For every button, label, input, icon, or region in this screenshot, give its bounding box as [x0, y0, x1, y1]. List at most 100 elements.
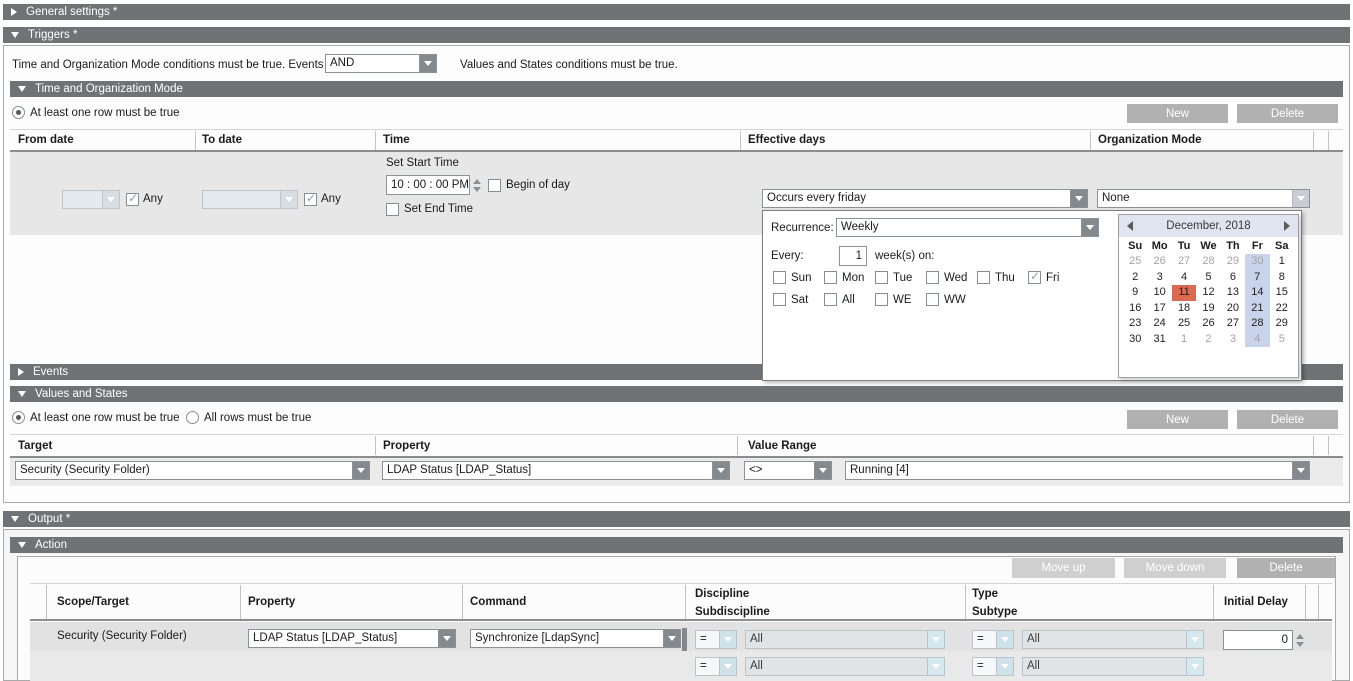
action-header[interactable]: Action: [10, 537, 1343, 553]
chevron-down-icon[interactable]: [1292, 462, 1309, 479]
chevron-down-icon[interactable]: [719, 658, 736, 675]
every-field[interactable]: 1: [839, 246, 867, 266]
chevron-down-icon[interactable]: [280, 191, 297, 208]
operator-dropdown[interactable]: <>: [744, 461, 832, 480]
calendar-day[interactable]: 13: [1221, 285, 1245, 301]
calendar-day[interactable]: 2: [1196, 332, 1220, 348]
calendar-day[interactable]: 29: [1221, 254, 1245, 270]
calendar-day[interactable]: 21: [1245, 301, 1269, 317]
type-dropdown[interactable]: All: [1022, 630, 1204, 649]
delete-button[interactable]: Delete: [1237, 558, 1335, 578]
next-month-icon[interactable]: [1284, 221, 1290, 231]
subtype-dropdown[interactable]: All: [1022, 657, 1204, 676]
time-org-header[interactable]: Time and Organization Mode: [10, 81, 1343, 97]
checkbox-icon[interactable]: [926, 271, 939, 284]
calendar-day[interactable]: 15: [1270, 285, 1294, 301]
subdiscipline-operator-dropdown[interactable]: =: [695, 657, 737, 676]
type-operator-dropdown[interactable]: =: [972, 630, 1014, 649]
day-checkbox-all[interactable]: All: [824, 293, 875, 306]
calendar-day[interactable]: 27: [1221, 316, 1245, 332]
events-operator-dropdown[interactable]: AND: [325, 54, 437, 73]
calendar-day[interactable]: 30: [1123, 332, 1147, 348]
effective-days-dropdown[interactable]: Occurs every friday: [762, 189, 1088, 208]
organization-mode-dropdown[interactable]: None: [1097, 189, 1310, 208]
rule-radio-one[interactable]: [12, 411, 25, 424]
to-date-dropdown[interactable]: [202, 190, 298, 209]
calendar-day[interactable]: 23: [1123, 316, 1147, 332]
calendar-day[interactable]: 26: [1196, 316, 1220, 332]
checkbox-icon[interactable]: [977, 271, 990, 284]
day-checkbox-thu[interactable]: Thu: [977, 271, 1028, 284]
action-property-dropdown[interactable]: LDAP Status [LDAP_Status]: [248, 629, 456, 648]
chevron-down-icon[interactable]: [927, 631, 944, 648]
calendar-day[interactable]: 9: [1123, 285, 1147, 301]
discipline-operator-dropdown[interactable]: =: [695, 630, 737, 649]
chevron-down-icon[interactable]: [419, 55, 436, 72]
checkbox-icon[interactable]: [926, 293, 939, 306]
day-checkbox-sun[interactable]: Sun: [773, 271, 824, 284]
day-checkbox-ww[interactable]: WW: [926, 293, 977, 306]
chevron-down-icon[interactable]: [1081, 219, 1098, 236]
start-time-field[interactable]: 10 : 00 : 00 PM: [386, 175, 470, 195]
initial-delay-field[interactable]: 0: [1223, 630, 1293, 650]
calendar-day[interactable]: 12: [1196, 285, 1220, 301]
calendar-day[interactable]: 18: [1172, 301, 1196, 317]
calendar-day[interactable]: 7: [1245, 270, 1269, 286]
subtype-operator-dropdown[interactable]: =: [972, 657, 1014, 676]
chevron-down-icon[interactable]: [1186, 631, 1203, 648]
calendar-day[interactable]: 4: [1172, 270, 1196, 286]
checkbox-icon[interactable]: [824, 293, 837, 306]
checkbox-icon[interactable]: [824, 271, 837, 284]
recurrence-dropdown[interactable]: Weekly: [836, 218, 1099, 237]
chevron-down-icon[interactable]: [996, 631, 1013, 648]
checkbox-icon[interactable]: [875, 271, 888, 284]
calendar-day[interactable]: 5: [1196, 270, 1220, 286]
calendar-day[interactable]: 14: [1245, 285, 1269, 301]
triggers-header[interactable]: Triggers *: [3, 27, 1350, 43]
checkbox-icon[interactable]: [773, 293, 786, 306]
chevron-down-icon[interactable]: [663, 630, 680, 647]
day-checkbox-mon[interactable]: Mon: [824, 271, 875, 284]
calendar-day[interactable]: 22: [1270, 301, 1294, 317]
checkbox-icon[interactable]: [773, 271, 786, 284]
property-dropdown[interactable]: LDAP Status [LDAP_Status]: [382, 461, 730, 480]
new-button[interactable]: New: [1127, 410, 1228, 429]
output-header[interactable]: Output *: [3, 511, 1350, 527]
calendar-day[interactable]: 10: [1147, 285, 1171, 301]
calendar-day[interactable]: 25: [1123, 254, 1147, 270]
calendar-day[interactable]: 6: [1221, 270, 1245, 286]
calendar-day[interactable]: 1: [1270, 254, 1294, 270]
day-checkbox-tue[interactable]: Tue: [875, 271, 926, 284]
from-date-any-checkbox[interactable]: [126, 193, 139, 206]
calendar-day[interactable]: 8: [1270, 270, 1294, 286]
spinner-up-icon[interactable]: [1296, 634, 1304, 639]
to-date-any-checkbox[interactable]: [304, 193, 317, 206]
checkbox-icon[interactable]: [875, 293, 888, 306]
chevron-down-icon[interactable]: [438, 630, 455, 647]
calendar-day[interactable]: 28: [1245, 316, 1269, 332]
calendar-day[interactable]: 11: [1172, 285, 1196, 301]
chevron-down-icon[interactable]: [1292, 190, 1309, 207]
delete-button[interactable]: Delete: [1237, 410, 1338, 429]
calendar-day[interactable]: 25: [1172, 316, 1196, 332]
values-states-header[interactable]: Values and States: [10, 386, 1343, 402]
calendar-day[interactable]: 4: [1245, 332, 1269, 348]
spinner-down-icon[interactable]: [1296, 642, 1304, 647]
calendar-day[interactable]: 29: [1270, 316, 1294, 332]
begin-of-day-checkbox[interactable]: [488, 179, 501, 192]
new-button[interactable]: New: [1127, 104, 1228, 123]
rule-radio-all[interactable]: [186, 411, 199, 424]
time-spinner[interactable]: [471, 175, 483, 195]
initial-delay-spinner[interactable]: [1294, 630, 1306, 650]
set-end-time-checkbox[interactable]: [386, 203, 399, 216]
chevron-down-icon[interactable]: [352, 462, 369, 479]
calendar-day[interactable]: 26: [1147, 254, 1171, 270]
day-checkbox-sat[interactable]: Sat: [773, 293, 824, 306]
chevron-down-icon[interactable]: [814, 462, 831, 479]
spinner-up-icon[interactable]: [473, 179, 481, 184]
chevron-down-icon[interactable]: [1186, 658, 1203, 675]
day-checkbox-we[interactable]: WE: [875, 293, 926, 306]
value-range-dropdown[interactable]: Running [4]: [845, 461, 1310, 480]
calendar-day[interactable]: 2: [1123, 270, 1147, 286]
calendar-day[interactable]: 17: [1147, 301, 1171, 317]
